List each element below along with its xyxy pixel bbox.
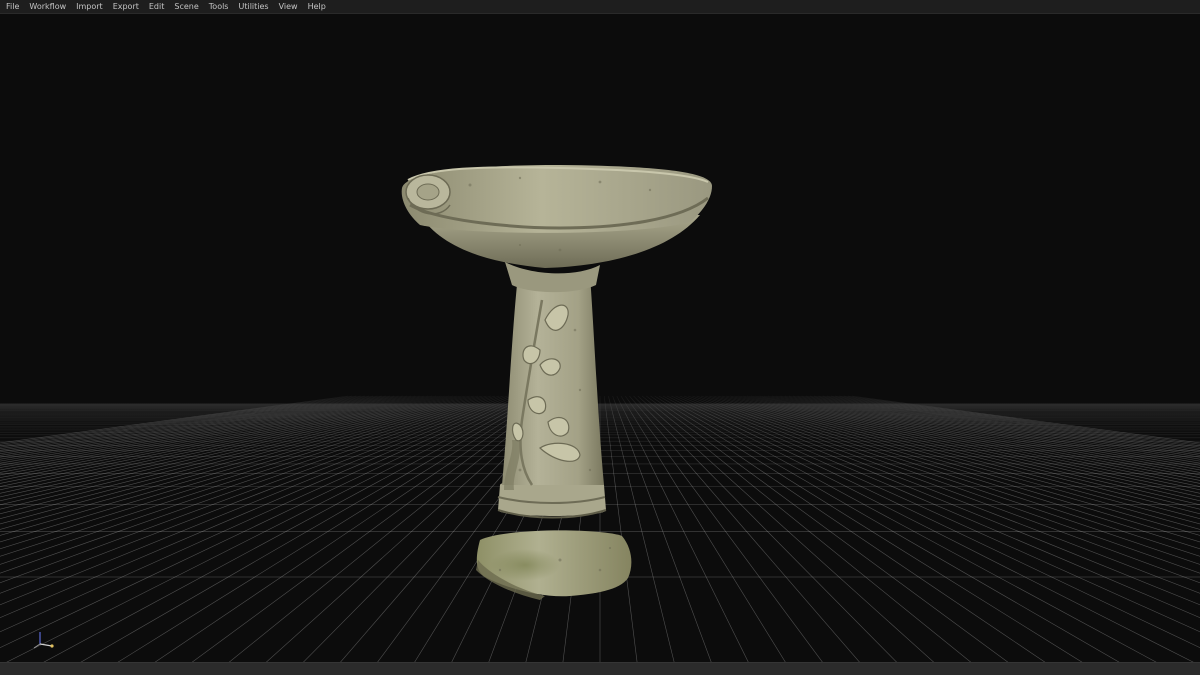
- pillar-lower-ring: [498, 479, 606, 516]
- menu-scene[interactable]: Scene: [169, 0, 203, 13]
- app-window: File Workflow Import Export Edit Scene T…: [0, 0, 1200, 675]
- menu-import[interactable]: Import: [71, 0, 108, 13]
- menu-workflow[interactable]: Workflow: [24, 0, 71, 13]
- viewport-canvas[interactable]: [0, 14, 1200, 662]
- menu-edit[interactable]: Edit: [144, 0, 170, 13]
- menu-help[interactable]: Help: [303, 0, 331, 13]
- gizmo-x-tip: [50, 644, 54, 648]
- 3d-viewport[interactable]: [0, 14, 1200, 662]
- menu-bar: File Workflow Import Export Edit Scene T…: [0, 0, 1200, 14]
- menu-utilities[interactable]: Utilities: [233, 0, 273, 13]
- status-bar: [0, 662, 1200, 675]
- menu-view[interactable]: View: [274, 0, 303, 13]
- menu-export[interactable]: Export: [108, 0, 144, 13]
- base-moss-patch: [490, 549, 560, 581]
- menu-file[interactable]: File: [0, 0, 24, 13]
- menu-tools[interactable]: Tools: [204, 0, 234, 13]
